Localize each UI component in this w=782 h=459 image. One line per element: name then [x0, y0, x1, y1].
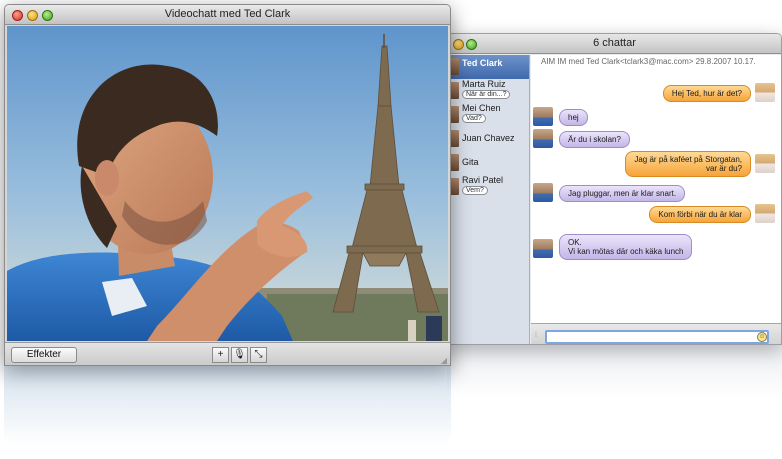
avatar [755, 204, 775, 223]
chat-window-title: 6 chattar [593, 37, 636, 49]
chat-titlebar[interactable]: 6 chattar [448, 34, 781, 54]
buddy-item-mei-chen[interactable]: Mei Chen Vad? [448, 103, 529, 127]
drag-handle-icon[interactable]: ⁞ [535, 332, 541, 340]
buddy-preview: När är din...? [462, 90, 511, 99]
video-controls: + 🎙 ⤡ [212, 347, 269, 363]
avatar [533, 183, 553, 202]
video-toolbar: Effekter + 🎙 ⤡ ◢ [5, 342, 450, 365]
effects-button[interactable]: Effekter [11, 347, 77, 363]
chat-window-reflection [447, 345, 782, 405]
buddy-preview: Vad? [462, 114, 486, 123]
microphone-icon[interactable]: 🎙 [231, 347, 248, 363]
buddy-item-gita[interactable]: Gita [448, 151, 529, 175]
video-scene [7, 26, 448, 341]
buddy-item-marta-ruiz[interactable]: Marta Ruiz När är din...? [448, 79, 529, 103]
message-bubble-incoming: hej [559, 109, 588, 126]
avatar [533, 107, 553, 126]
add-icon[interactable]: + [212, 347, 229, 363]
message-bubble-outgoing: Kom förbi när du är klar [649, 206, 751, 223]
smiley-icon[interactable]: ☺ [757, 332, 767, 342]
avatar [450, 58, 459, 75]
video-window-reflection [4, 366, 451, 459]
fullscreen-icon[interactable]: ⤡ [250, 347, 267, 363]
video-titlebar[interactable]: Videochatt med Ted Clark [5, 5, 450, 25]
buddy-name: Gita [462, 157, 479, 167]
buddy-preview: Vem? [462, 186, 488, 195]
avatar [450, 154, 459, 171]
buddy-item-juan-chavez[interactable]: Juan Chavez [448, 127, 529, 151]
transcript-header: AIM IM med Ted Clark<tclark3@mac.com> 29… [541, 57, 756, 66]
message-line: Vi kan mötas där och käka lunch [568, 247, 684, 256]
buddy-item-ted-clark[interactable]: Ted Clark [448, 55, 529, 79]
message-input[interactable] [545, 330, 769, 344]
buddy-name: Mei Chen [462, 103, 501, 113]
avatar [450, 178, 459, 195]
message-bubble-incoming: Jag pluggar, men är klar snart. [559, 185, 686, 202]
message-line: OK. [568, 238, 582, 247]
buddy-name: Juan Chavez [462, 133, 515, 143]
message-line: Jag är på kaféet på Storgatan, [634, 155, 742, 164]
chat-input-bar: ⁞ ☺ [531, 323, 781, 344]
message-bubble-incoming: OK. Vi kan mötas där och käka lunch [559, 234, 693, 260]
buddy-item-ravi-patel[interactable]: Ravi Patel Vem? [448, 175, 529, 199]
buddy-name: Ravi Patel [462, 175, 504, 185]
resize-grip-icon[interactable]: ◢ [441, 356, 447, 365]
video-window-title: Videochatt med Ted Clark [164, 8, 291, 20]
video-window: Videochatt med Ted Clark Effekter + 🎙 ⤡ … [4, 4, 451, 366]
avatar [755, 83, 775, 102]
avatar [755, 154, 775, 173]
message-bubble-incoming: Är du i skolan? [559, 131, 630, 148]
buddy-name: Marta Ruiz [462, 79, 506, 89]
message-bubble-outgoing: Jag är på kaféet på Storgatan, var är du… [625, 151, 751, 177]
avatar [450, 130, 459, 147]
chat-window: 6 chattar Ted Clark Marta Ruiz När är di… [447, 33, 782, 345]
avatar [450, 106, 459, 123]
chat-transcript: AIM IM med Ted Clark<tclark3@mac.com> 29… [531, 55, 781, 323]
avatar [533, 129, 553, 148]
video-feed [7, 26, 448, 341]
avatar [533, 239, 553, 258]
buddy-list: Ted Clark Marta Ruiz När är din...? Mei … [448, 55, 530, 344]
buddy-name: Ted Clark [462, 58, 503, 68]
message-line: var är du? [705, 164, 742, 173]
avatar [450, 82, 459, 99]
message-bubble-outgoing: Hej Ted, hur är det? [662, 85, 751, 102]
